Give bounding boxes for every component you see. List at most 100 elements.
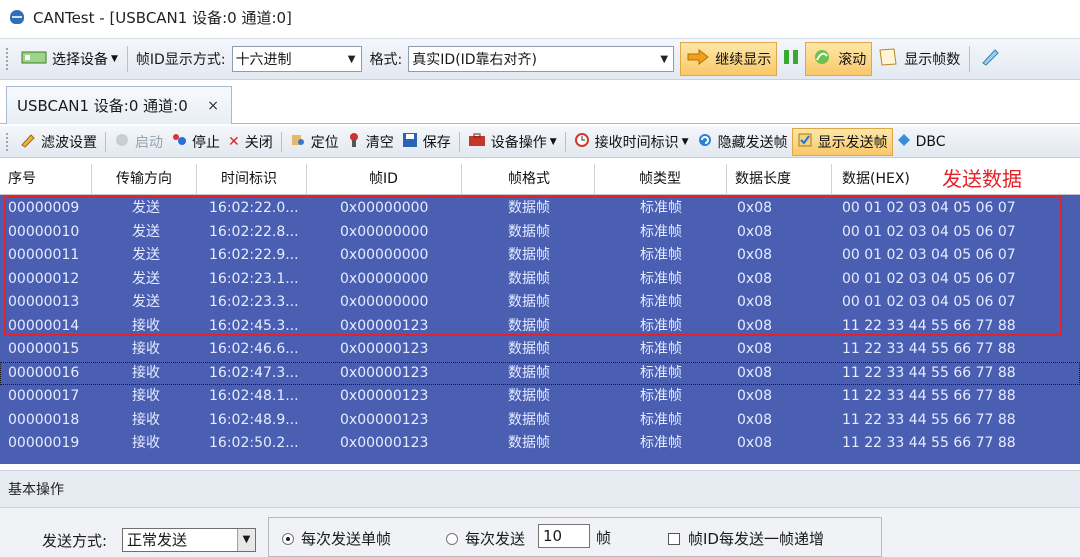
device-ops-label: 设备操作	[490, 134, 547, 151]
table-cell: 16:02:23.1...	[209, 270, 299, 287]
close-x-icon: ✕	[228, 133, 240, 150]
close-device-button[interactable]: ✕ 关闭	[224, 128, 277, 156]
tools-button[interactable]	[974, 42, 1006, 76]
column-header[interactable]: 数据长度	[727, 164, 832, 195]
show-tx-frames-button[interactable]: 显示发送帧	[791, 127, 893, 156]
toolbar-grip[interactable]	[6, 132, 10, 151]
radio-unselected-icon[interactable]	[446, 532, 458, 545]
column-header[interactable]: 传输方向	[92, 164, 197, 195]
frame-count-input[interactable]: 10	[538, 524, 590, 548]
format-label: 格式:	[369, 52, 403, 68]
dbc-button[interactable]: DBC	[893, 128, 950, 156]
save-icon	[402, 132, 418, 152]
show-tx-frames-label: 显示发送帧	[817, 134, 888, 151]
table-cell: 0x08	[737, 247, 773, 263]
id-increment-label: 帧ID每发送一帧递增	[688, 530, 824, 548]
id-increment-checkbox[interactable]: 帧ID每发送一帧递增	[668, 528, 824, 549]
table-row[interactable]: 00000010 发送 16:02:22.8... 0x00000000 数据帧 标准帧 0…	[0, 220, 1080, 244]
table-row[interactable]: 00000013 发送 16:02:23.3... 0x00000000 数据帧 标准帧 0…	[0, 291, 1080, 315]
table-cell: 00000011	[8, 247, 80, 263]
format-select[interactable]: 真实ID(ID靠右对齐) ▼	[408, 46, 675, 72]
table-row[interactable]: 00000016 接收 16:02:47.3... 0x00000123 数据帧 标准帧 0…	[0, 361, 1080, 385]
table-cell: 0x00000000	[340, 270, 429, 287]
id-display-select[interactable]: 十六进制 ▼	[231, 46, 362, 72]
send-mode-select[interactable]: 正常发送 ▼	[122, 528, 256, 552]
dbc-icon	[897, 133, 911, 151]
radio-single-frame[interactable]: 每次发送单帧	[282, 528, 391, 549]
table-row[interactable]: 00000014 接收 16:02:45.3... 0x00000123 数据帧 标准帧 0…	[0, 314, 1080, 338]
table-cell: 11 22 33 44 55 66 77 88	[842, 341, 1016, 357]
panel-header[interactable]: 基本操作	[0, 470, 1080, 508]
table-row[interactable]: 00000017 接收 16:02:48.1... 0x00000123 数据帧 标准帧 0…	[0, 385, 1080, 409]
table-cell: 0x00000123	[340, 388, 429, 404]
device-ops-button[interactable]: 设备操作 ▼	[464, 128, 561, 156]
stop-button[interactable]: 停止	[167, 128, 224, 156]
pause-button[interactable]	[777, 42, 805, 76]
table-cell: 标准帧	[640, 364, 682, 381]
send-mode-value: 正常发送	[127, 531, 188, 549]
clear-icon	[347, 132, 361, 152]
close-icon[interactable]: ×	[207, 98, 219, 114]
show-frame-count-label: 显示帧数	[904, 52, 961, 68]
table-row[interactable]: 00000018 接收 16:02:48.9... 0x00000123 数据帧 标准帧 0…	[0, 408, 1080, 432]
table-cell: 16:02:22.9...	[209, 247, 299, 263]
column-header[interactable]: 时间标识	[197, 164, 307, 195]
table-cell: 00 01 02 03 04 05 06 07	[842, 247, 1016, 263]
show-frame-count-button[interactable]: 显示帧数	[872, 42, 965, 76]
locate-button[interactable]: 定位	[286, 128, 343, 156]
chevron-down-icon[interactable]: ▼	[655, 47, 673, 71]
table-cell: 16:02:48.1...	[209, 388, 299, 404]
table-cell: 00 01 02 03 04 05 06 07	[842, 200, 1016, 216]
rx-timestamp-button[interactable]: 接收时间标识 ▼	[570, 128, 693, 156]
grid-header: 序号 传输方向 时间标识 帧ID 帧格式 帧类型 数据长度 数据(HEX) 发送…	[0, 164, 1080, 195]
table-cell: 0x00000000	[340, 294, 429, 310]
filter-settings-button[interactable]: 滤波设置	[16, 128, 101, 156]
table-row[interactable]: 00000015 接收 16:02:46.6... 0x00000123 数据帧 标准帧 0…	[0, 338, 1080, 362]
id-display-label: 帧ID显示方式:	[135, 52, 226, 68]
toolbar-grip[interactable]	[6, 48, 10, 70]
table-cell: 0x08	[737, 223, 773, 240]
column-header[interactable]: 帧类型	[595, 164, 727, 195]
table-row[interactable]: 00000012 发送 16:02:23.1... 0x00000000 数据帧 标准帧 0…	[0, 267, 1080, 291]
device-icon	[21, 49, 47, 69]
scroll-label: 滚动	[838, 52, 867, 68]
table-cell: 00000015	[8, 341, 80, 357]
hide-tx-frames-button[interactable]: 隐藏发送帧	[693, 128, 792, 156]
frame-grid[interactable]: 序号 传输方向 时间标识 帧ID 帧格式 帧类型 数据长度 数据(HEX) 发送…	[0, 164, 1080, 464]
table-cell: 接收	[132, 341, 160, 357]
table-cell: 11 22 33 44 55 66 77 88	[842, 364, 1016, 381]
clear-button[interactable]: 清空	[343, 128, 398, 156]
table-cell: 接收	[132, 388, 160, 404]
column-header[interactable]: 帧格式	[462, 164, 595, 195]
table-cell: 标准帧	[640, 223, 682, 240]
chevron-down-icon[interactable]: ▼	[343, 47, 361, 71]
table-cell: 00000019	[8, 435, 80, 451]
table-row[interactable]: 00000019 接收 16:02:50.2... 0x00000123 数据帧 标准帧 0…	[0, 432, 1080, 456]
column-header[interactable]: 序号	[0, 164, 92, 195]
radio-selected-icon[interactable]	[282, 532, 294, 545]
radio-multi-label: 每次发送	[465, 530, 526, 548]
tab-usbcan1[interactable]: USBCAN1 设备:0 通道:0 ×	[6, 86, 232, 124]
table-cell: 00 01 02 03 04 05 06 07	[842, 294, 1016, 310]
table-row[interactable]: 00000011 发送 16:02:22.9... 0x00000000 数据帧 标准帧 0…	[0, 244, 1080, 268]
chevron-down-icon[interactable]: ▼	[237, 529, 255, 551]
select-device-button[interactable]: 选择设备 ▼	[16, 42, 123, 76]
table-row[interactable]: 00000009 发送 16:02:22.0... 0x00000000 数据帧 标准帧 0…	[0, 197, 1080, 221]
radio-multi-frame[interactable]: 每次发送	[446, 528, 525, 549]
close-label: 关闭	[244, 134, 273, 151]
separator	[126, 46, 128, 72]
arrow-right-icon	[686, 48, 710, 69]
table-cell: 16:02:23.3...	[209, 294, 299, 310]
table-cell: 0x00000123	[340, 435, 429, 451]
scroll-button[interactable]: 滚动	[805, 42, 873, 76]
start-icon	[114, 132, 130, 152]
table-cell: 标准帧	[640, 411, 682, 428]
table-cell: 标准帧	[640, 200, 682, 216]
checkbox-icon[interactable]	[668, 532, 680, 545]
column-header[interactable]: 帧ID	[307, 164, 462, 195]
save-button[interactable]: 保存	[398, 128, 455, 156]
start-button[interactable]: 启动	[110, 128, 167, 156]
table-cell: 0x08	[737, 294, 773, 310]
save-label: 保存	[422, 134, 451, 151]
continue-display-button[interactable]: 继续显示	[680, 42, 778, 76]
